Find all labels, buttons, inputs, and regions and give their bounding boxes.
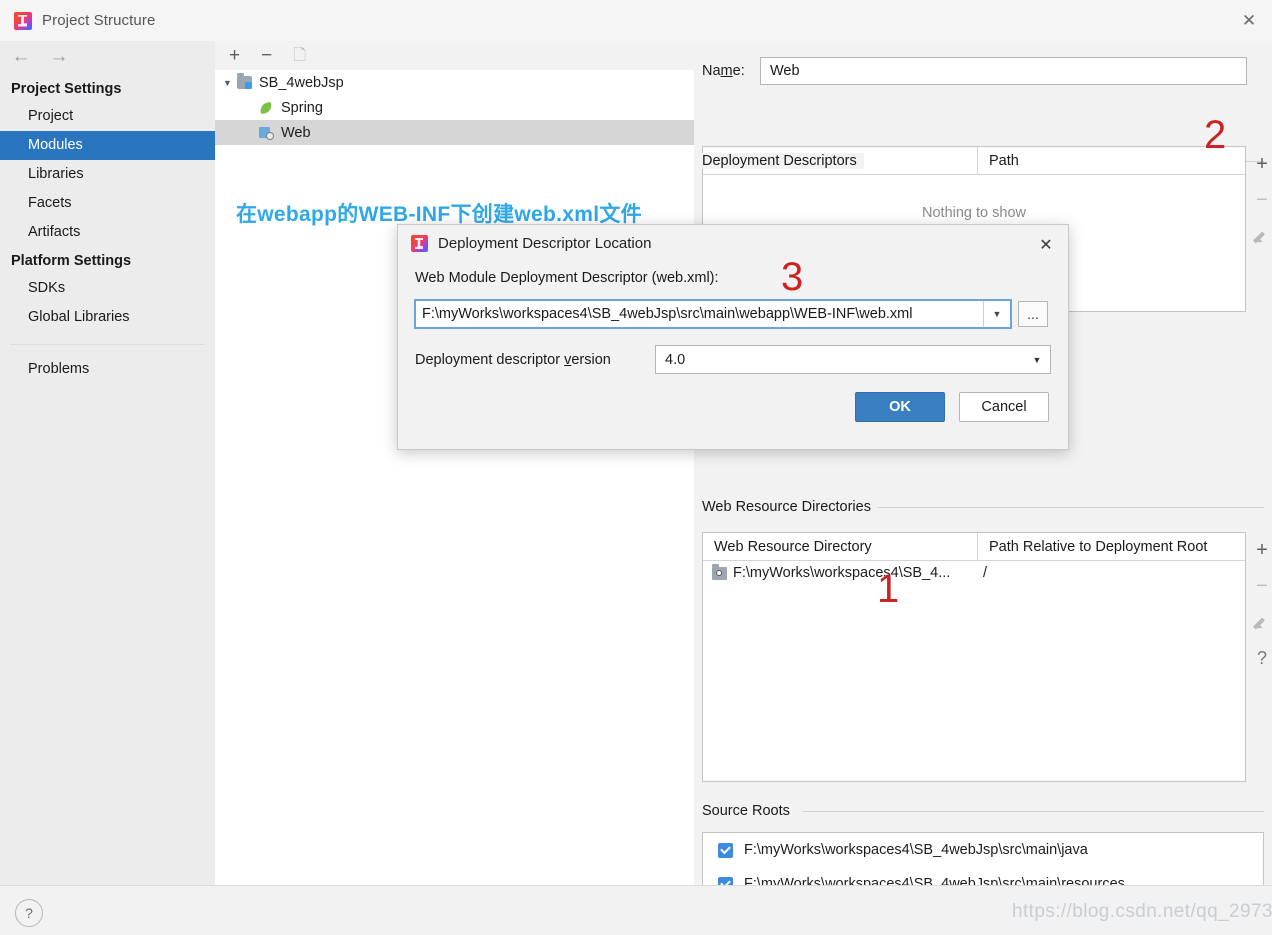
table-row[interactable]: F:\myWorks\workspaces4\SB_4... /	[703, 561, 1245, 585]
module-name-label: Name:	[702, 63, 745, 79]
web-resource-directories-title: Web Resource Directories	[702, 499, 878, 515]
section-divider	[802, 811, 1264, 812]
tree-node-label: Web	[281, 124, 311, 141]
browse-button[interactable]: ...	[1018, 301, 1048, 327]
window-title-bar: Project Structure ✕	[0, 0, 1272, 42]
descriptor-path-label: Web Module Deployment Descriptor (web.xm…	[415, 270, 719, 286]
close-icon[interactable]: ✕	[1226, 0, 1272, 41]
remove-icon[interactable]: −	[1246, 182, 1272, 218]
remove-icon[interactable]: −	[261, 46, 272, 65]
web-resource-directories-actions: + − ?	[1246, 532, 1272, 676]
web-module-icon	[259, 126, 274, 140]
section-divider	[872, 507, 1264, 508]
intellij-idea-icon	[14, 11, 32, 30]
sidebar-item-facets[interactable]: Facets	[0, 189, 215, 218]
help-icon[interactable]: ?	[15, 899, 43, 927]
version-label: Deployment descriptor version	[415, 352, 611, 368]
chevron-down-icon[interactable]: ▼	[983, 301, 1010, 327]
sidebar-item-sdks[interactable]: SDKs	[0, 274, 215, 303]
dialog-title-bar: Deployment Descriptor Location ✕	[398, 225, 1068, 263]
intellij-idea-icon	[411, 235, 428, 252]
module-name-input[interactable]	[760, 57, 1247, 85]
edit-pencil-icon[interactable]	[1246, 218, 1272, 254]
tree-node-web[interactable]: Web	[215, 120, 694, 145]
tree-node-spring[interactable]: Spring	[215, 95, 694, 120]
dialog-cancel-button[interactable]: Cancel	[959, 392, 1049, 422]
sidebar-group-platform-settings: Platform Settings	[11, 253, 132, 269]
source-roots-title: Source Roots	[702, 803, 797, 819]
dialog-footer: ? OK Cancel Apply	[0, 885, 1272, 935]
version-combobox[interactable]: 4.0 ▼	[655, 345, 1051, 374]
arrow-right-icon[interactable]: →	[48, 47, 70, 69]
source-root-checkbox[interactable]	[718, 842, 733, 858]
project-structure-window: Project Structure ✕ ← → Project Settings…	[0, 0, 1272, 935]
add-icon[interactable]: +	[1246, 532, 1272, 568]
module-tree-toolbar: + − 🗋	[215, 41, 694, 70]
chevron-down-icon[interactable]: ▼	[223, 78, 237, 88]
module-settings-panel: Name: Deployment Descriptors Type Path N…	[694, 41, 1272, 910]
sidebar-item-global-libraries[interactable]: Global Libraries	[0, 303, 215, 332]
sidebar-item-project[interactable]: Project	[0, 102, 215, 131]
chevron-down-icon[interactable]: ▼	[1024, 355, 1050, 365]
sidebar-nav-arrows: ← →	[0, 41, 215, 75]
edit-pencil-icon[interactable]	[1246, 604, 1272, 640]
deployment-descriptors-actions: + −	[1246, 146, 1272, 254]
sidebar-group-project-settings: Project Settings	[11, 81, 122, 97]
dialog-title: Deployment Descriptor Location	[438, 235, 652, 252]
source-root-path: F:\myWorks\workspaces4\SB_4webJsp\src\ma…	[744, 842, 1088, 858]
empty-state-text: Nothing to show	[922, 205, 1026, 221]
module-tree: ▼ SB_4webJsp Spring Web 在webapp的WEB-INF下…	[215, 70, 694, 885]
version-value[interactable]: 4.0	[656, 352, 1024, 368]
descriptor-path-combobox[interactable]: F:\myWorks\workspaces4\SB_4webJsp\src\ma…	[414, 299, 1012, 329]
sidebar-item-libraries[interactable]: Libraries	[0, 160, 215, 189]
tree-node-project[interactable]: ▼ SB_4webJsp	[215, 70, 694, 95]
help-icon[interactable]: ?	[1246, 640, 1272, 676]
spring-leaf-icon	[259, 101, 274, 115]
descriptor-path-value[interactable]: F:\myWorks\workspaces4\SB_4webJsp\src\ma…	[416, 306, 983, 322]
add-icon[interactable]: +	[229, 46, 240, 65]
sidebar-divider	[10, 344, 205, 345]
sidebar-item-modules[interactable]: Modules	[0, 131, 215, 160]
annotation-number-1: 1	[877, 567, 900, 611]
directory-icon	[712, 563, 727, 580]
table-header: Web Resource Directory Path Relative to …	[703, 533, 1245, 561]
arrow-left-icon[interactable]: ←	[10, 47, 32, 69]
close-icon[interactable]: ✕	[1030, 231, 1062, 259]
add-icon[interactable]: +	[1246, 146, 1272, 182]
remove-icon[interactable]: −	[1246, 568, 1272, 604]
sidebar-item-artifacts[interactable]: Artifacts	[0, 218, 215, 247]
module-name-row: Name:	[702, 57, 1247, 85]
cell-directory: F:\myWorks\workspaces4\SB_4...	[733, 565, 951, 581]
annotation-number-3: 3	[781, 255, 804, 299]
web-resource-directories-table: Web Resource Directory Path Relative to …	[702, 532, 1246, 782]
annotation-number-2: 2	[1204, 113, 1227, 157]
list-item[interactable]: F:\myWorks\workspaces4\SB_4webJsp\src\ma…	[703, 833, 1263, 867]
tree-node-label: SB_4webJsp	[259, 74, 344, 91]
dialog-ok-button[interactable]: OK	[855, 392, 945, 422]
module-folder-icon	[237, 73, 252, 89]
copy-icon[interactable]: 🗋	[293, 47, 306, 64]
column-web-resource-directory[interactable]: Web Resource Directory	[703, 533, 977, 560]
window-title: Project Structure	[42, 12, 156, 29]
sidebar-item-problems[interactable]: Problems	[0, 355, 215, 384]
deployment-descriptors-title: Deployment Descriptors	[702, 153, 864, 169]
tree-node-label: Spring	[281, 99, 323, 116]
deployment-descriptor-location-dialog: Deployment Descriptor Location ✕ Web Mod…	[397, 224, 1069, 450]
settings-sidebar: ← → Project Settings Project Modules Lib…	[0, 41, 216, 885]
cell-relative-path: /	[983, 565, 988, 581]
module-tree-panel: + − 🗋 ▼ SB_4webJsp Spring Web 在webapp的WE…	[215, 41, 695, 885]
column-path-relative[interactable]: Path Relative to Deployment Root	[977, 533, 1245, 560]
